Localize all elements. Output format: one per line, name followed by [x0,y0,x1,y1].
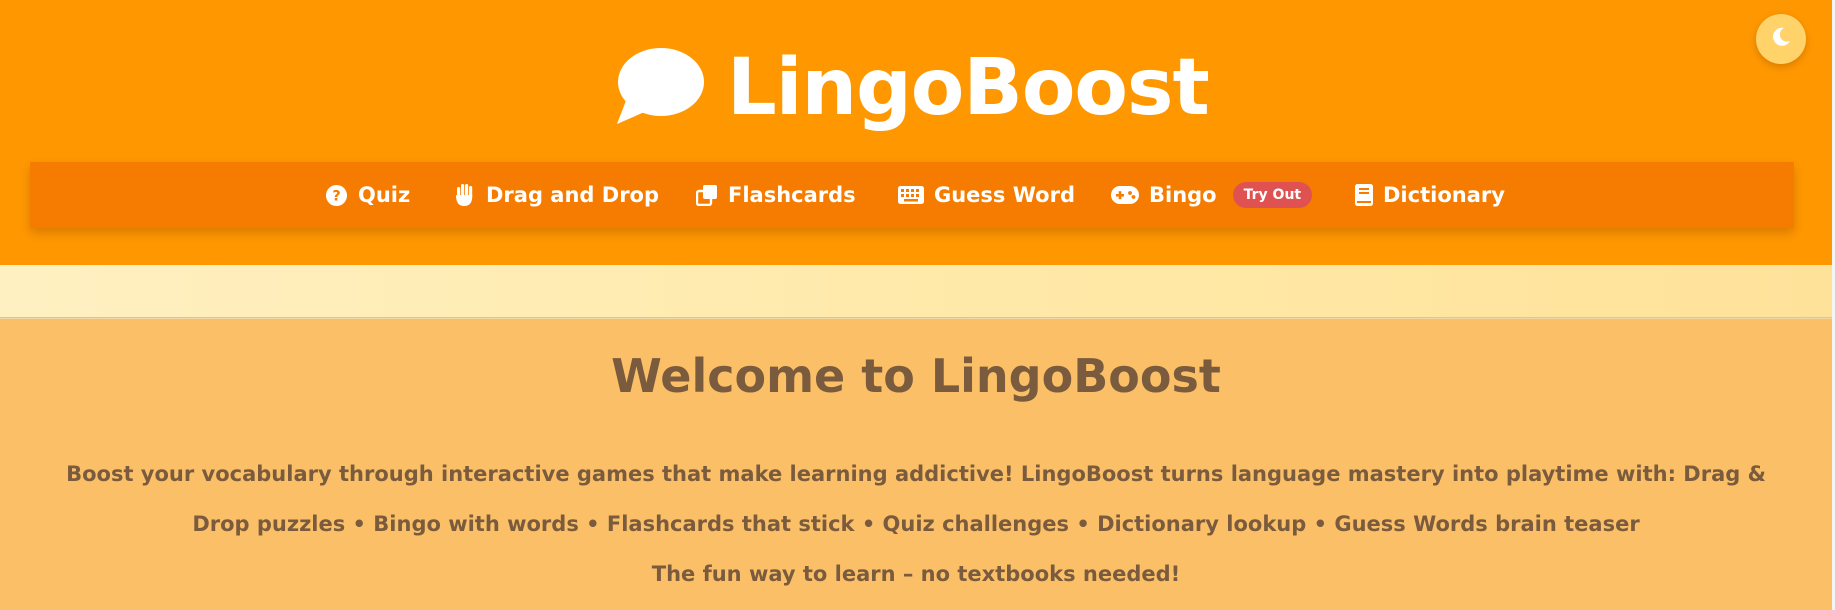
speech-bubble-icon [615,46,705,130]
nav-item-label: Quiz [358,183,411,207]
welcome-description: Boost your vocabulary through interactiv… [66,462,1766,536]
brand-logo[interactable]: LingoBoost [615,38,1210,138]
question-circle-icon: ? [325,184,348,207]
welcome-tagline: The fun way to learn – no textbooks need… [651,562,1181,586]
clone-icon [696,184,718,206]
site-header: LingoBoost ? Quiz Drag and Drop Flashcar… [0,0,1832,265]
svg-text:?: ? [332,188,340,204]
nav-item-label: Guess Word [934,183,1075,207]
nav-item-guess-word[interactable]: Guess Word [898,162,1075,228]
main-nav: ? Quiz Drag and Drop Flashcards Guess Wo… [30,162,1794,228]
keyboard-icon [898,186,924,204]
welcome-section: Welcome to LingoBoost Boost your vocabul… [0,318,1832,610]
welcome-title: Welcome to LingoBoost [611,349,1221,403]
try-out-badge: Try Out [1232,182,1313,208]
nav-item-label: Drag and Drop [486,183,660,207]
book-icon [1355,184,1373,206]
brand-name: LingoBoost [727,43,1210,133]
theme-toggle-button[interactable] [1756,14,1806,64]
nav-item-label: Flashcards [728,183,856,207]
hero-band [0,265,1832,317]
nav-item-bingo[interactable]: Bingo Try Out [1111,162,1313,228]
nav-item-drag-and-drop[interactable]: Drag and Drop [454,162,659,228]
nav-item-label: Dictionary [1383,183,1505,207]
nav-item-dictionary[interactable]: Dictionary [1355,162,1505,228]
nav-item-label: Bingo [1149,183,1217,207]
nav-item-quiz[interactable]: ? Quiz [325,162,410,228]
hand-icon [454,183,476,207]
moon-icon [1769,25,1793,53]
nav-item-flashcards[interactable]: Flashcards [696,162,856,228]
gamepad-icon [1111,186,1139,204]
